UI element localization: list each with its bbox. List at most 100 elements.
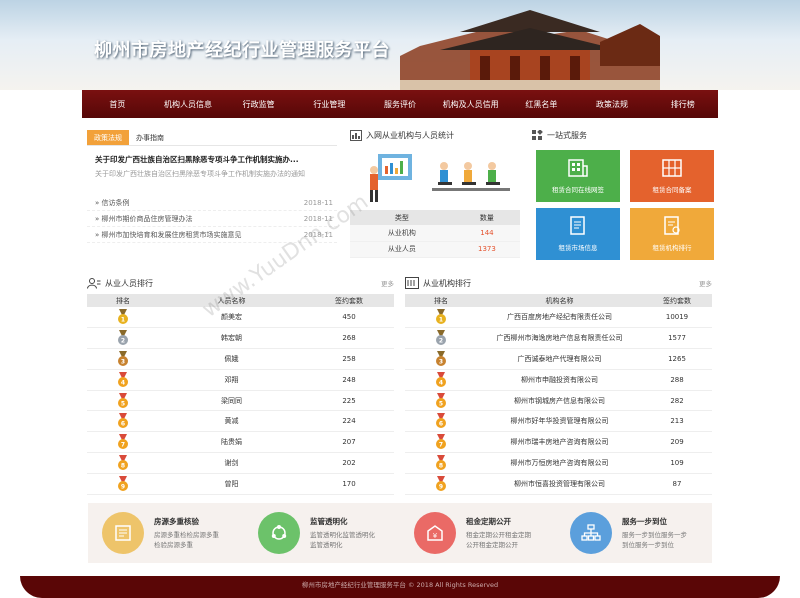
name-cell[interactable]: 黄减 — [159, 410, 304, 433]
medal-icon: 8 — [435, 454, 447, 471]
org-rank-header: 从业机构排行 更多 — [405, 276, 712, 290]
table-row: 1 广西百度房地产经纪有限责任公司 10019 — [405, 307, 712, 329]
service-tiles: 租赁合同在线网签 租赁合同备案 租赁市场信息 租赁机构排行 — [536, 150, 714, 260]
name-cell[interactable]: 广西百度房地产经纪有限责任公司 — [477, 307, 642, 329]
stats-table: 类型 数量 从业机构 144 从业人员 1373 — [350, 210, 520, 258]
stats-title: 入网从业机构与人员统计 — [350, 130, 520, 141]
name-cell[interactable]: 柳州市申融投资有限公司 — [477, 369, 642, 391]
svg-text:3: 3 — [121, 358, 125, 365]
table-row: 4 邓翔 248 — [87, 369, 394, 391]
medal-icon: 1 — [117, 309, 129, 325]
name-cell[interactable]: 柳州市好年华投资管理有限公司 — [477, 410, 642, 433]
medal-icon: 7 — [435, 434, 447, 450]
rank-cell: 5 — [87, 390, 159, 412]
list-item[interactable]: » 信访条例 2018-11 — [87, 195, 337, 211]
tile-label: 租赁合同备案 — [652, 186, 692, 194]
nav-service-evaluation[interactable]: 服务评价 — [365, 99, 436, 110]
tab-policy[interactable]: 政策法规 — [87, 130, 129, 145]
name-cell[interactable]: 颜美宏 — [159, 307, 304, 329]
nav-home[interactable]: 首页 — [82, 99, 153, 110]
news-title: » 柳州市加快培育和发展住房租赁市场实施意见 — [95, 231, 242, 239]
name-cell[interactable]: 陆贵娟 — [159, 431, 304, 454]
tile-label: 租赁机构排行 — [652, 244, 692, 252]
news-title-text: 信访条例 — [101, 199, 130, 207]
one-stop-panel: 一站式服务 租赁合同在线网签 租赁合同备案 租赁市场信息 租赁机构排行 — [532, 130, 714, 262]
count-cell: 10019 — [642, 307, 712, 329]
feature-item: ¥ 租金定期公开 租金定期公开租金定期公开租金定期公开 — [400, 503, 556, 563]
rank-cell: 3 — [87, 348, 159, 370]
footer: 柳州市房地产经纪行业管理服务平台 © 2018 All Rights Reser… — [20, 576, 780, 598]
site-title: 柳州市房地产经纪行业管理服务平台 — [94, 40, 390, 61]
tile-online-signing[interactable]: 租赁合同在线网签 — [536, 150, 620, 202]
name-cell[interactable]: 广西诚泰地产代理有限公司 — [477, 348, 642, 370]
rank-cell: 8 — [87, 452, 159, 474]
table-row: 3 佩娥 258 — [87, 348, 394, 370]
nav-credit[interactable]: 机构及人员信用 — [435, 99, 506, 110]
chart-icon — [350, 130, 362, 141]
table-row: 8 谢剑 202 — [87, 452, 394, 474]
table-row: 9 柳州市恒喜投资管理有限公司 87 — [405, 473, 712, 495]
list-item[interactable]: » 柳州市期价商品住房管理办法 2018-11 — [87, 211, 337, 227]
presentation-illustration — [370, 154, 510, 202]
tile-market-info[interactable]: 租赁市场信息 — [536, 208, 620, 260]
table-row: 5 梁同同 225 — [87, 390, 394, 412]
feature-desc: 服务一步到位服务一步到位服务一步到位 — [622, 531, 687, 549]
tile-agency-ranking[interactable]: 租赁机构排行 — [630, 208, 714, 260]
nav-industry-management[interactable]: 行业管理 — [294, 99, 365, 110]
nav-admin-supervision[interactable]: 行政监管 — [223, 99, 294, 110]
name-cell[interactable]: 谢剑 — [159, 452, 304, 474]
medal-icon: 5 — [117, 392, 129, 409]
svg-text:1: 1 — [439, 317, 443, 324]
table-row: 6 黄减 224 — [87, 410, 394, 433]
table-row: 从业机构 144 — [350, 225, 520, 242]
svg-text:7: 7 — [439, 442, 443, 449]
svg-text:2: 2 — [121, 338, 125, 345]
main-content: 政策法规 办事指南 关于印发广西壮族自治区扫黑除恶专项斗争工作机制实施办... … — [82, 118, 718, 576]
temple-banner-image — [400, 10, 660, 90]
nav-red-black-list[interactable]: 红黑名单 — [506, 99, 577, 110]
svg-text:8: 8 — [121, 462, 125, 469]
table-row: 3 广西诚泰地产代理有限公司 1265 — [405, 348, 712, 370]
name-cell[interactable]: 柳州市瑞丰房地产咨询有限公司 — [477, 431, 642, 454]
name-cell[interactable]: 梁同同 — [159, 390, 304, 412]
tile-contract-filing[interactable]: 租赁合同备案 — [630, 150, 714, 202]
org-rank-panel: 从业机构排行 更多 排名 机构名称 签约套数 1 广西百度房地产经纪有限责任公司 1… — [405, 276, 712, 498]
count-cell: 225 — [304, 390, 394, 412]
rank-cell: 2 — [87, 327, 159, 350]
stat-count: 144 — [453, 225, 520, 242]
rank-cell: 1 — [405, 307, 477, 329]
table-row: 从业人员 1373 — [350, 241, 520, 258]
table-row: 9 曾阳 170 — [87, 473, 394, 495]
news-title: » 信访条例 — [95, 199, 130, 207]
name-cell[interactable]: 佩娥 — [159, 348, 304, 370]
name-cell[interactable]: 邓翔 — [159, 369, 304, 391]
rank-cell: 8 — [405, 452, 477, 474]
policy-headline[interactable]: 关于印发广西壮族自治区扫黑除恶专项斗争工作机制实施办... — [87, 154, 337, 165]
name-cell[interactable]: 柳州市钢城房产信息有限公司 — [477, 390, 642, 412]
name-cell[interactable]: 曾阳 — [159, 473, 304, 495]
nav-policy[interactable]: 政策法规 — [577, 99, 648, 110]
tab-guide[interactable]: 办事指南 — [129, 130, 171, 145]
name-cell[interactable]: 柳州市万恒房地产咨询有限公司 — [477, 452, 642, 474]
name-cell[interactable]: 广西柳州市海逸房地产信息有限责任公司 — [477, 327, 642, 350]
nav-org-info[interactable]: 机构人员信息 — [153, 99, 224, 110]
stats-panel: 入网从业机构与人员统计 类型 数量 从业机构 144 从业人员 1373 — [350, 130, 520, 262]
count-cell: 207 — [304, 431, 394, 454]
nav-ranking[interactable]: 排行榜 — [647, 99, 718, 110]
person-rank-more-link[interactable]: 更多 — [381, 278, 394, 288]
name-cell[interactable]: 韩宏朝 — [159, 327, 304, 350]
news-title-text: 柳州市期价商品住房管理办法 — [101, 215, 193, 223]
svg-text:5: 5 — [121, 400, 125, 407]
tile-label: 租赁合同在线网签 — [552, 186, 604, 194]
col-count: 数量 — [453, 210, 520, 225]
rank-cell: 5 — [405, 390, 477, 412]
org-rank-more-link[interactable]: 更多 — [699, 278, 712, 288]
name-cell[interactable]: 柳州市恒喜投资管理有限公司 — [477, 473, 642, 495]
users-icon — [87, 277, 101, 289]
medal-icon: 6 — [435, 413, 447, 429]
medal-icon: 5 — [435, 392, 447, 409]
feature-title: 租金定期公开 — [466, 517, 511, 526]
stat-count: 1373 — [453, 241, 520, 258]
count-cell: 282 — [642, 390, 712, 412]
medal-icon: 3 — [117, 350, 129, 367]
